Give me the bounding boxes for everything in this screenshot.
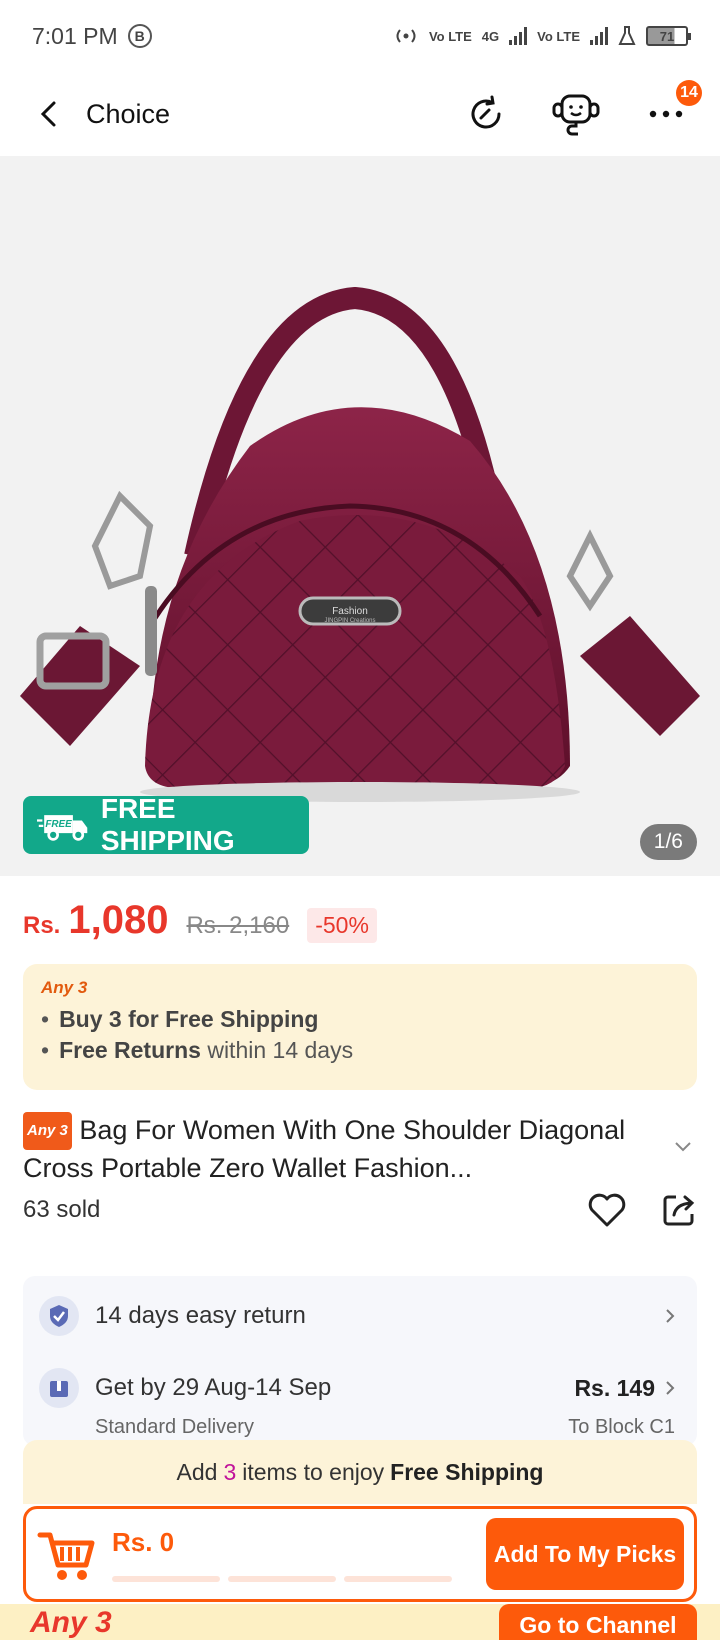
brand-plate-subtext: JINGPIN Creations	[324, 618, 375, 624]
page-title: Choice	[86, 98, 171, 129]
any3-offer-box[interactable]: Any 3 • Buy 3 for Free Shipping • Free R…	[23, 964, 697, 1090]
promo-bold: Free Shipping	[390, 1458, 544, 1485]
history-icon	[471, 95, 501, 129]
status-bar: 7:01 PM B Vo LTE 4G Vo LTE 71	[0, 0, 720, 72]
current-price: 1,080	[68, 898, 169, 942]
b-app-icon: B	[127, 24, 152, 48]
easy-return-text: 14 days easy return	[95, 1302, 306, 1329]
expand-title-button[interactable]	[674, 1140, 692, 1158]
network-4g-label: 4G	[481, 28, 500, 44]
customer-service-button[interactable]	[550, 88, 602, 140]
any3-label: Any 3	[41, 978, 88, 997]
top-nav: Choice 14	[0, 72, 720, 156]
cart-total: Rs. 0	[112, 1526, 175, 1557]
sold-count: 63 sold	[23, 1196, 101, 1223]
service-info-box: 14 days easy return Get by 29 Aug-14 Sep…	[23, 1276, 697, 1446]
offer-line-returns: • Free Returns within 14 days	[41, 1037, 679, 1064]
wishlist-heart-icon[interactable]	[587, 1192, 627, 1228]
signal-icon	[509, 27, 528, 45]
volte-label-2: Vo LTE	[537, 28, 580, 44]
more-button[interactable]: 14	[640, 80, 702, 140]
shopping-cart-icon[interactable]	[36, 1523, 98, 1585]
progress-segment	[344, 1575, 452, 1582]
delivery-destination: To Block C1	[568, 1416, 675, 1438]
status-time: 7:01 PM	[32, 22, 118, 49]
product-image: Fashion JINGPIN Creations	[20, 286, 700, 802]
picks-cart-bar: Rs. 0 Add To My Picks	[23, 1506, 697, 1602]
progress-segment	[112, 1575, 220, 1582]
product-image-gallery[interactable]: Fashion JINGPIN Creations FREE FREE SHIP…	[0, 156, 720, 876]
any3-channel-logo: Any 3	[30, 1606, 112, 1639]
offer-returns-bold: Free Returns	[59, 1037, 201, 1063]
delivery-estimate: Get by 29 Aug-14 Sep	[95, 1374, 332, 1401]
status-indicators: Vo LTE 4G Vo LTE 71	[393, 26, 691, 46]
any3-chip: Any 3	[23, 1112, 72, 1150]
flask-icon	[618, 26, 636, 45]
discount-badge: -50%	[307, 908, 377, 943]
chevron-left-icon	[40, 101, 56, 127]
more-dots-icon	[649, 110, 683, 118]
promo-pre: Add	[176, 1458, 218, 1485]
offer-returns-rest: within 14 days	[207, 1037, 354, 1063]
add-to-picks-button[interactable]: Add To My Picks	[486, 1518, 684, 1590]
free-shipping-label: FREE SHIPPING	[100, 793, 235, 856]
offer-shipping-text: Buy 3 for Free Shipping	[59, 1006, 319, 1032]
progress-segment	[228, 1575, 336, 1582]
promo-count: 3	[223, 1458, 237, 1485]
price-currency: Rs.	[23, 912, 61, 939]
original-price: Rs. 2,160	[186, 912, 290, 939]
price-row: Rs. 1,080 Rs. 2,160 -50%	[23, 898, 377, 943]
offer-line-shipping: • Buy 3 for Free Shipping	[41, 1006, 679, 1033]
chevron-down-icon	[675, 1142, 691, 1152]
delivery-price: Rs. 149	[574, 1374, 655, 1401]
free-shipping-badge: FREE FREE SHIPPING	[23, 793, 309, 856]
picks-progress-bar	[112, 1575, 486, 1582]
signal-icon-2	[590, 27, 608, 45]
sold-row: 63 sold	[23, 1192, 697, 1228]
shield-check-icon	[39, 1296, 79, 1336]
package-icon	[39, 1368, 79, 1408]
support-agent-icon	[552, 94, 600, 136]
bullet-icon: •	[41, 1006, 50, 1032]
back-button[interactable]	[28, 94, 68, 134]
battery-icon: 71	[646, 26, 691, 46]
product-title[interactable]: Any 3 Bag For Women With One Shoulder Di…	[23, 1112, 673, 1186]
share-icon[interactable]	[661, 1192, 697, 1228]
history-button[interactable]	[460, 88, 512, 140]
promo-mid: items to enjoy	[242, 1458, 385, 1485]
image-page-indicator: 1/6	[639, 824, 697, 860]
brand-plate-text: Fashion	[332, 606, 368, 617]
chevron-right-icon	[666, 1381, 675, 1395]
channel-banner: Any 3 Go to Channel	[0, 1604, 720, 1640]
go-to-channel-button[interactable]: Go to Channel	[499, 1604, 697, 1640]
product-title-text: Bag For Women With One Shoulder Diagonal…	[23, 1115, 626, 1183]
bullet-icon: •	[41, 1037, 50, 1063]
hotspot-icon	[396, 29, 416, 43]
delivery-truck-icon: FREE	[37, 815, 88, 841]
volte-label: Vo LTE	[428, 28, 472, 44]
delivery-row[interactable]: Get by 29 Aug-14 Sep Rs. 149	[39, 1368, 675, 1408]
notification-badge: 14	[676, 80, 702, 106]
free-tag: FREE	[45, 819, 72, 830]
easy-return-row[interactable]: 14 days easy return	[39, 1296, 675, 1336]
chevron-right-icon	[666, 1309, 675, 1323]
free-shipping-promo-bar: Add 3 items to enjoy Free Shipping	[23, 1440, 697, 1504]
delivery-method: Standard Delivery	[95, 1416, 254, 1438]
